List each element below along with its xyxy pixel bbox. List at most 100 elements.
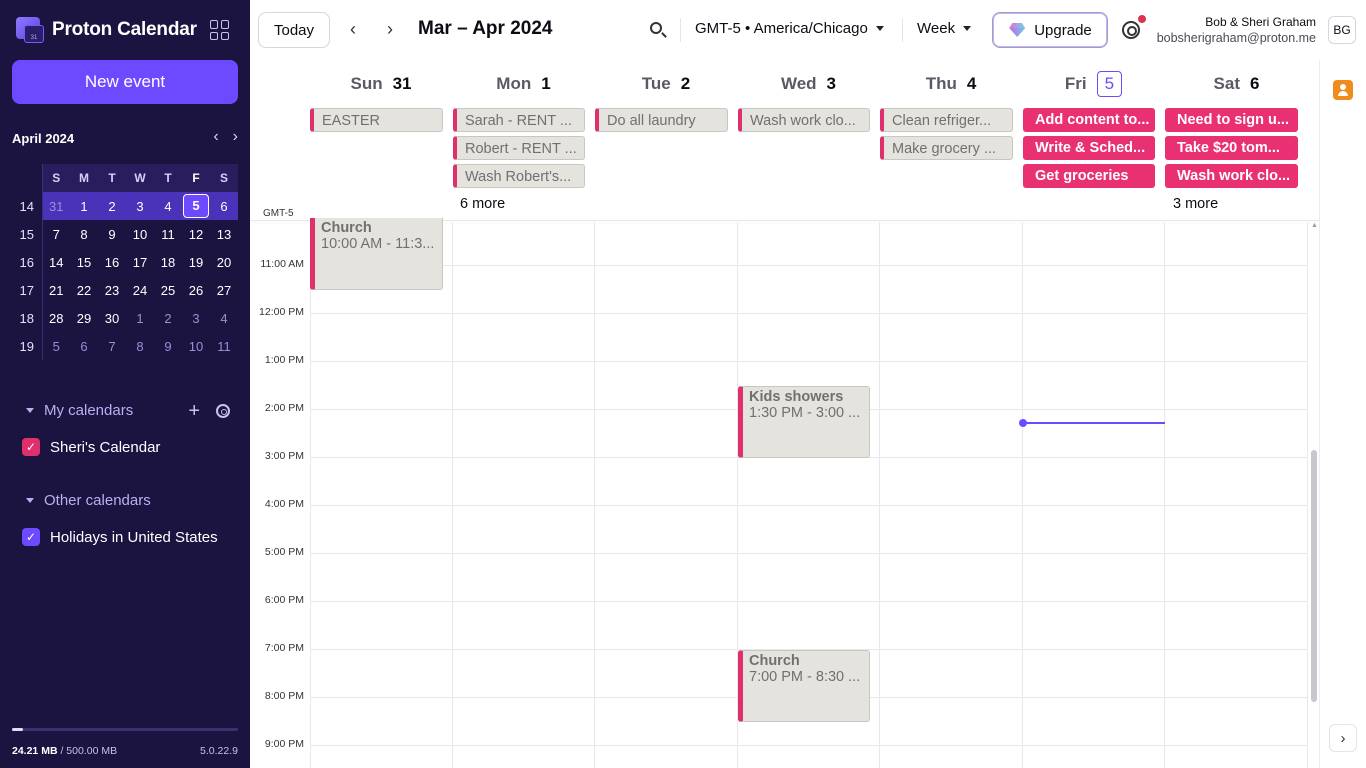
more-events-link[interactable]: 6 more bbox=[460, 196, 505, 212]
expand-rail-button[interactable]: › bbox=[1329, 724, 1357, 752]
mini-day[interactable]: 15 bbox=[70, 248, 98, 276]
day-header-sun[interactable]: Sun 31 bbox=[310, 72, 452, 96]
user-email[interactable]: bobsherigraham@proton.me bbox=[1157, 31, 1316, 45]
mini-day[interactable]: 6 bbox=[210, 192, 238, 220]
all-day-event[interactable]: Need to sign u... bbox=[1165, 108, 1298, 132]
mini-day[interactable]: 3 bbox=[182, 304, 210, 332]
all-day-event[interactable]: Clean refriger... bbox=[880, 108, 1013, 132]
upgrade-button[interactable]: Upgrade bbox=[992, 12, 1108, 48]
mini-day[interactable]: 22 bbox=[70, 276, 98, 304]
event-church-wed[interactable]: Church 7:00 PM - 8:30 ... bbox=[738, 650, 870, 722]
checkbox-checked-icon[interactable]: ✓ bbox=[22, 528, 40, 546]
week-number[interactable]: 14 bbox=[12, 192, 42, 220]
mini-day[interactable]: 1 bbox=[70, 192, 98, 220]
mini-day[interactable]: 24 bbox=[126, 276, 154, 304]
avatar[interactable]: BG bbox=[1328, 16, 1356, 44]
mini-day[interactable]: 23 bbox=[98, 276, 126, 304]
day-header-fri[interactable]: Fri 5 bbox=[1022, 71, 1165, 97]
all-day-event[interactable]: Wash Robert's... bbox=[453, 164, 585, 188]
mini-day[interactable]: 8 bbox=[126, 332, 154, 360]
mini-day[interactable]: 27 bbox=[210, 276, 238, 304]
mini-day[interactable]: 11 bbox=[210, 332, 238, 360]
mini-day[interactable]: 21 bbox=[41, 276, 70, 304]
mini-day[interactable]: 16 bbox=[98, 248, 126, 276]
mini-day[interactable]: 28 bbox=[41, 304, 70, 332]
mini-day[interactable]: 2 bbox=[98, 192, 126, 220]
all-day-event[interactable]: EASTER bbox=[310, 108, 443, 132]
mini-day-today[interactable]: 5 bbox=[182, 192, 210, 220]
view-dropdown[interactable]: Week bbox=[917, 20, 972, 37]
mini-day[interactable]: 5 bbox=[41, 332, 70, 360]
all-day-event[interactable]: Wash work clo... bbox=[1165, 164, 1298, 188]
other-calendars-header[interactable]: Other calendars bbox=[26, 492, 238, 509]
new-event-button[interactable]: New event bbox=[12, 60, 238, 104]
mini-day[interactable]: 10 bbox=[182, 332, 210, 360]
day-header-sat[interactable]: Sat 6 bbox=[1165, 72, 1308, 96]
add-calendar-icon[interactable]: + bbox=[188, 401, 200, 421]
mini-day[interactable]: 29 bbox=[70, 304, 98, 332]
week-number[interactable]: 19 bbox=[12, 332, 42, 360]
all-day-event[interactable]: Make grocery ... bbox=[880, 136, 1013, 160]
calendar-item-sheri[interactable]: ✓ Sheri's Calendar bbox=[22, 438, 160, 456]
all-day-event[interactable]: Wash work clo... bbox=[738, 108, 870, 132]
mini-day[interactable]: 18 bbox=[154, 248, 182, 276]
mini-day[interactable]: 1 bbox=[126, 304, 154, 332]
mini-day[interactable]: 25 bbox=[154, 276, 182, 304]
week-number[interactable]: 17 bbox=[12, 276, 42, 304]
mini-day[interactable]: 13 bbox=[210, 220, 238, 248]
calendar-settings-icon[interactable] bbox=[216, 403, 230, 418]
user-name[interactable]: Bob & Sheri Graham bbox=[1205, 15, 1316, 29]
day-header-wed[interactable]: Wed 3 bbox=[737, 72, 880, 96]
search-icon[interactable] bbox=[650, 22, 662, 34]
app-version[interactable]: 5.0.22.9 bbox=[200, 745, 238, 757]
gear-icon[interactable] bbox=[1122, 21, 1140, 39]
event-church-sun[interactable]: Church 10:00 AM - 11:3... bbox=[310, 218, 443, 290]
my-calendars-header[interactable]: My calendars + bbox=[26, 401, 238, 421]
more-events-link[interactable]: 3 more bbox=[1173, 196, 1218, 212]
timezone-dropdown[interactable]: GMT-5 • America/Chicago bbox=[695, 20, 884, 37]
week-number[interactable]: 15 bbox=[12, 220, 42, 248]
mini-day[interactable]: 11 bbox=[154, 220, 182, 248]
mini-day[interactable]: 30 bbox=[98, 304, 126, 332]
day-header-mon[interactable]: Mon 1 bbox=[452, 72, 595, 96]
all-day-event[interactable]: Do all laundry bbox=[595, 108, 728, 132]
day-header-thu[interactable]: Thu 4 bbox=[880, 72, 1022, 96]
checkbox-checked-icon[interactable]: ✓ bbox=[22, 438, 40, 456]
mini-next-month-icon[interactable]: › bbox=[233, 128, 238, 146]
all-day-event[interactable]: Write & Sched... bbox=[1023, 136, 1155, 160]
scroll-up-icon[interactable]: ▲ bbox=[1311, 222, 1318, 229]
event-kids-showers[interactable]: Kids showers 1:30 PM - 3:00 ... bbox=[738, 386, 870, 458]
scrollbar-thumb[interactable] bbox=[1311, 450, 1317, 702]
app-logo[interactable]: 31 Proton Calendar bbox=[16, 17, 197, 43]
week-number[interactable]: 16 bbox=[12, 248, 42, 276]
mini-prev-month-icon[interactable]: ‹ bbox=[213, 128, 218, 146]
all-day-event[interactable]: Add content to... bbox=[1023, 108, 1155, 132]
mini-day[interactable]: 3 bbox=[126, 192, 154, 220]
week-number[interactable]: 18 bbox=[12, 304, 42, 332]
mini-day[interactable]: 6 bbox=[70, 332, 98, 360]
day-header-tue[interactable]: Tue 2 bbox=[595, 72, 737, 96]
mini-day[interactable]: 17 bbox=[126, 248, 154, 276]
mini-day[interactable]: 19 bbox=[182, 248, 210, 276]
mini-day[interactable]: 26 bbox=[182, 276, 210, 304]
all-day-event[interactable]: Take $20 tom... bbox=[1165, 136, 1298, 160]
calendar-item-holidays[interactable]: ✓ Holidays in United States bbox=[22, 528, 218, 546]
app-switcher-icon[interactable] bbox=[210, 20, 230, 40]
mini-day[interactable]: 8 bbox=[70, 220, 98, 248]
mini-day[interactable]: 7 bbox=[41, 220, 70, 248]
chevron-right-icon[interactable]: › bbox=[387, 18, 393, 40]
today-button[interactable]: Today bbox=[258, 12, 330, 48]
contacts-icon[interactable] bbox=[1333, 80, 1353, 100]
all-day-event[interactable]: Robert - RENT ... bbox=[453, 136, 585, 160]
mini-day[interactable]: 4 bbox=[210, 304, 238, 332]
mini-day[interactable]: 12 bbox=[182, 220, 210, 248]
mini-day[interactable]: 2 bbox=[154, 304, 182, 332]
all-day-event[interactable]: Sarah - RENT ... bbox=[453, 108, 585, 132]
mini-day[interactable]: 14 bbox=[41, 248, 70, 276]
mini-day[interactable]: 9 bbox=[154, 332, 182, 360]
mini-day[interactable]: 4 bbox=[154, 192, 182, 220]
mini-day[interactable]: 9 bbox=[98, 220, 126, 248]
mini-day[interactable]: 20 bbox=[210, 248, 238, 276]
all-day-event[interactable]: Get groceries bbox=[1023, 164, 1155, 188]
mini-day[interactable]: 10 bbox=[126, 220, 154, 248]
